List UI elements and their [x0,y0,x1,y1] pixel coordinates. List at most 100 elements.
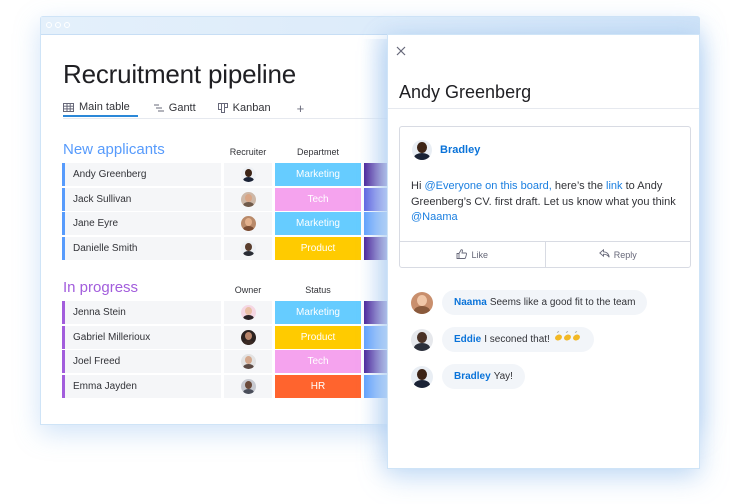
status-cell[interactable]: Marketing [275,301,361,324]
post-text: Hi [411,180,425,192]
maximize-window-dot[interactable] [64,22,70,28]
tab-main-table[interactable]: Main table [63,99,138,117]
table-row[interactable]: Danielle Smith Product [62,236,392,260]
reply-item: Bradley Yay! [411,364,525,389]
close-panel-button[interactable] [396,43,408,56]
reply-author[interactable]: Naama [454,297,487,308]
status-cell[interactable]: Product [275,325,361,349]
avatar [240,240,256,256]
reply-icon [598,248,610,260]
thumbs-up-icon [456,248,468,261]
gantt-icon [153,104,164,112]
avatar [240,305,256,320]
reply-text: Yay! [493,371,513,382]
like-button[interactable]: Like [400,242,545,267]
person-cell[interactable] [224,325,272,349]
avatar [412,140,432,160]
post-text: here’s the [551,180,607,192]
tab-label: Gantt [168,102,196,114]
item-name-cell[interactable]: Danielle Smith [62,236,221,260]
reply-text: Seems like a good fit to the team [489,297,636,308]
reply-bubble: Bradley Yay! [442,364,525,389]
mention-naama[interactable]: @Naama [411,211,458,223]
column-header-department: Departmet [296,147,340,157]
status-cell[interactable]: HR [275,374,361,398]
avatar [411,328,433,351]
reply-item: Naama Seems like a good fit to the team [411,290,648,315]
reply-bubble: Naama Seems like a good fit to the team [442,290,648,315]
item-name-cell[interactable]: Jenna Stein [62,301,221,324]
table-row[interactable]: Jane Eyre Marketing [62,212,392,235]
tabs-divider [63,118,393,119]
person-cell[interactable] [224,163,272,186]
table-row[interactable]: Jenna Stein Marketing [62,301,392,324]
column-header-status: Status [305,285,331,295]
reply-bubble: Eddie I seconed that! [442,327,594,352]
panel-divider [388,108,699,109]
tab-kanban[interactable]: Kanban [217,99,271,117]
table-row[interactable]: Joel Freed Tech [62,350,392,373]
item-name-cell[interactable]: Andy Greenberg [62,163,221,186]
kanban-icon [217,103,228,113]
panel-title: Andy Greenberg [399,82,532,102]
status-cell[interactable]: Marketing [275,212,361,235]
post-body: Hi @Everyone on this board, here’s the l… [411,179,681,226]
status-cell[interactable]: Tech [275,187,361,211]
table-row[interactable]: Emma Jayden HR [62,374,392,398]
avatar [411,365,433,388]
view-tabs: Main table Gantt Kanban + [63,99,304,119]
item-name-cell[interactable]: Jane Eyre [62,212,221,235]
avatar [240,378,256,394]
item-name-cell[interactable]: Joel Freed [62,350,221,373]
reply-button[interactable]: Reply [544,242,691,267]
window-controls [46,22,70,28]
author-name[interactable]: Bradley [440,144,480,156]
reply-label: Reply [613,249,637,260]
avatar [411,291,433,314]
group-title-in-progress[interactable]: In progress [63,279,138,296]
post-actions: Like Reply [400,241,690,267]
group-title-new-applicants[interactable]: New applicants [63,141,165,158]
item-name-cell[interactable]: Emma Jayden [62,374,221,398]
person-cell[interactable] [224,350,272,373]
post-author: Bradley [412,140,480,160]
item-name-cell[interactable]: Gabriel Millerioux [62,325,221,349]
status-cell[interactable]: Tech [275,350,361,373]
close-window-dot[interactable] [46,22,52,28]
tab-label: Main table [79,101,130,113]
column-header-recruiter: Recruiter [229,147,267,157]
person-cell[interactable] [224,212,272,235]
add-view-button[interactable]: + [297,99,305,117]
person-cell[interactable] [224,187,272,211]
reply-author[interactable]: Bradley [454,371,491,382]
cv-link[interactable]: link [606,180,623,192]
reply-author[interactable]: Eddie [454,334,481,345]
reply-item: Eddie I seconed that! [411,327,594,352]
person-cell[interactable] [224,374,272,398]
mention-everyone[interactable]: @Everyone on this board, [424,180,551,192]
page-title: Recruitment pipeline [63,59,297,89]
reply-text: I seconed that! [484,334,550,346]
avatar [240,354,256,369]
avatar [240,167,256,182]
table-row[interactable]: Gabriel Millerioux Product [62,325,392,349]
avatar [240,216,256,231]
avatar [240,329,256,345]
status-cell[interactable]: Marketing [275,163,361,186]
tab-gantt[interactable]: Gantt [153,99,196,117]
person-cell[interactable] [224,236,272,260]
column-header-owner: Owner [234,285,262,295]
window-titlebar [41,17,699,35]
close-icon [396,43,406,60]
like-label: Like [471,249,488,260]
table-icon [63,102,74,112]
avatar [240,191,256,207]
minimize-window-dot[interactable] [55,22,61,28]
table-row[interactable]: Jack Sullivan Tech [62,187,392,211]
person-cell[interactable] [224,301,272,324]
status-cell[interactable]: Product [275,236,361,260]
update-post: Bradley Hi @Everyone on this board, here… [399,126,691,268]
item-name-cell[interactable]: Jack Sullivan [62,187,221,211]
table-row[interactable]: Andy Greenberg Marketing [62,163,392,186]
clapping-hands-icon [554,327,582,352]
